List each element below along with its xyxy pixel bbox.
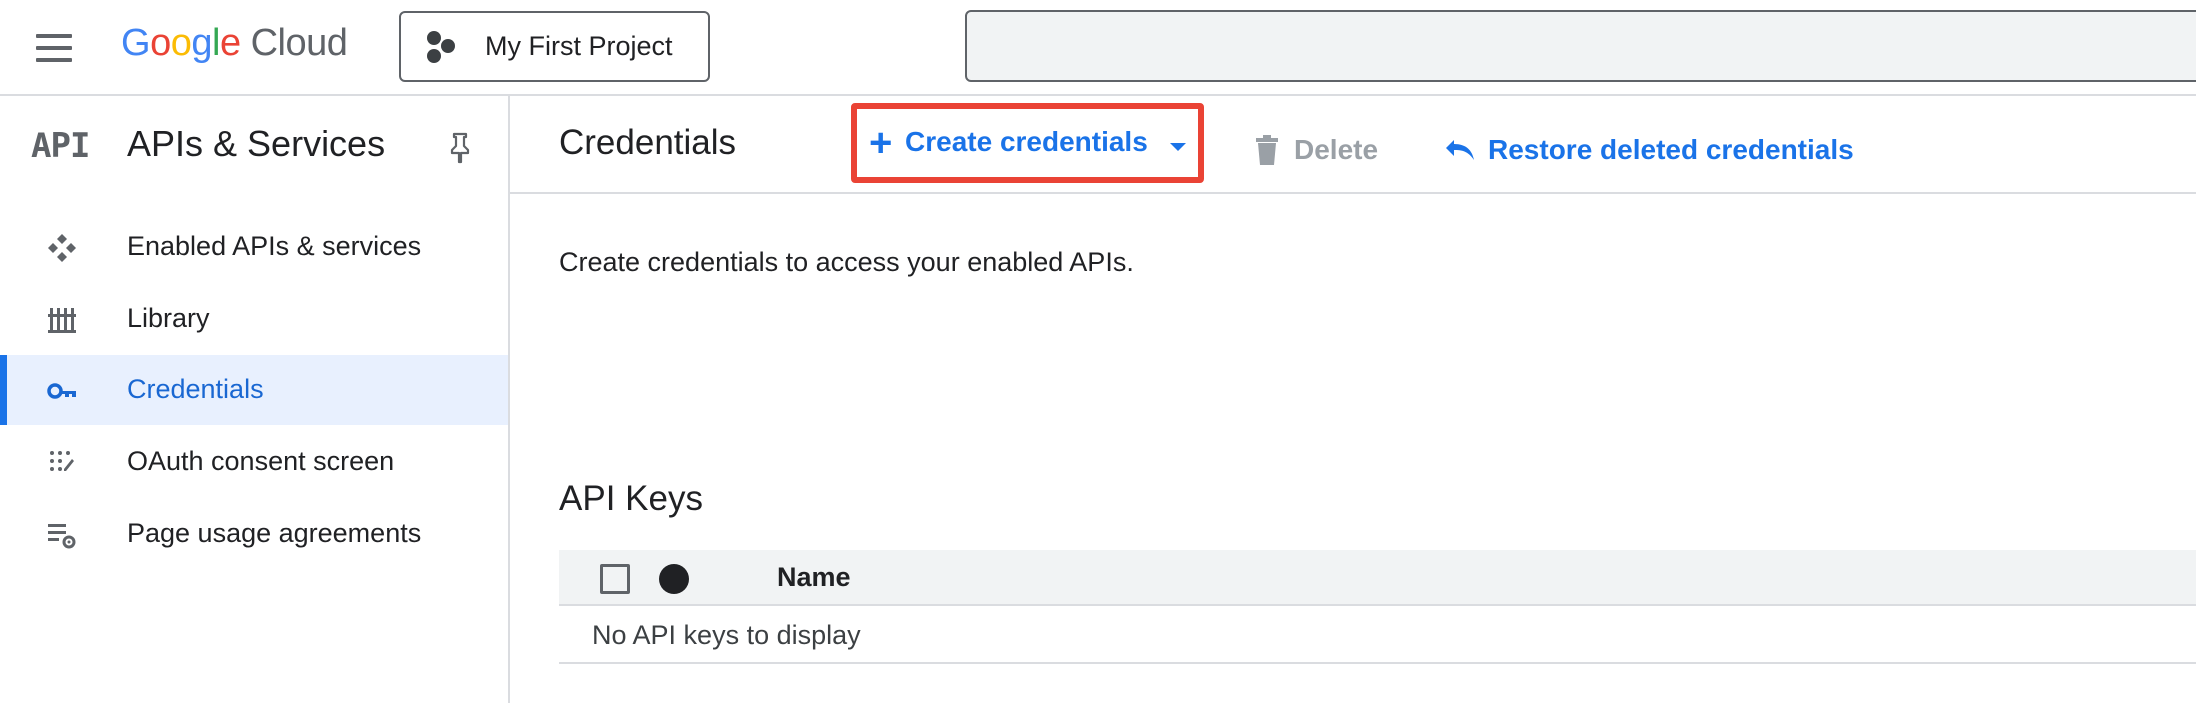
create-credentials-button[interactable]: + Create credentials: [851, 103, 1204, 183]
sidebar-item-oauth-consent[interactable]: OAuth consent screen: [0, 427, 508, 497]
page-toolbar: Credentials + Create credentials Delete …: [510, 96, 2196, 194]
sidebar-title: APIs & Services: [127, 123, 386, 164]
project-selector-button[interactable]: My First Project: [399, 11, 710, 82]
column-header-name[interactable]: Name: [777, 562, 851, 593]
search-input[interactable]: [965, 10, 2196, 82]
project-hexagon-icon: [427, 29, 463, 65]
delete-label: Delete: [1294, 134, 1379, 165]
page-title: Credentials: [559, 123, 737, 162]
credentials-description: Create credentials to access your enable…: [559, 247, 1134, 277]
api-logo-icon: API: [31, 126, 90, 166]
table-header: Name: [559, 550, 2196, 606]
pin-icon[interactable]: [448, 132, 472, 164]
undo-icon: [1446, 140, 1474, 160]
oauth-dots-icon: [50, 451, 74, 471]
sidebar-header: API APIs & Services: [0, 96, 508, 194]
sidebar: API APIs & Services Enabled APIs & servi…: [0, 96, 510, 703]
api-keys-heading: API Keys: [559, 479, 703, 518]
empty-message: No API keys to display: [592, 620, 861, 650]
settings-list-icon: [48, 524, 76, 549]
sidebar-item-library[interactable]: Library: [0, 284, 508, 354]
sidebar-item-page-usage[interactable]: Page usage agreements: [0, 499, 508, 569]
main-menu-icon[interactable]: [34, 28, 74, 68]
apis-diamond-icon: [48, 234, 76, 262]
sidebar-item-enabled-apis[interactable]: Enabled APIs & services: [0, 212, 508, 282]
create-credentials-label: Create credentials: [905, 126, 1148, 157]
key-icon: [47, 383, 76, 399]
trash-icon: [1256, 135, 1278, 165]
sidebar-item-credentials[interactable]: Credentials: [0, 355, 508, 425]
sidebar-item-label: Page usage agreements: [127, 518, 422, 548]
restore-label: Restore deleted credentials: [1488, 134, 1854, 165]
top-bar: Google Cloud My First Project: [0, 0, 2196, 96]
project-name: My First Project: [485, 31, 673, 61]
google-cloud-logo[interactable]: Google Cloud: [121, 22, 348, 72]
sidebar-item-label: Library: [127, 303, 210, 333]
plus-icon: +: [869, 121, 893, 165]
logo-google: Google: [121, 22, 241, 64]
delete-button[interactable]: Delete: [1254, 132, 1378, 168]
caret-down-icon: [1170, 143, 1186, 151]
status-dot-icon: [659, 564, 689, 594]
select-all-checkbox[interactable]: [600, 564, 630, 594]
restore-deleted-credentials-button[interactable]: Restore deleted credentials: [1444, 132, 1854, 168]
table-row: No API keys to display: [559, 606, 2196, 664]
library-icon: [48, 308, 76, 333]
sidebar-item-label: Enabled APIs & services: [127, 231, 422, 261]
logo-cloud: Cloud: [250, 22, 348, 64]
sidebar-item-label: Credentials: [127, 374, 264, 404]
sidebar-item-label: OAuth consent screen: [127, 446, 395, 476]
